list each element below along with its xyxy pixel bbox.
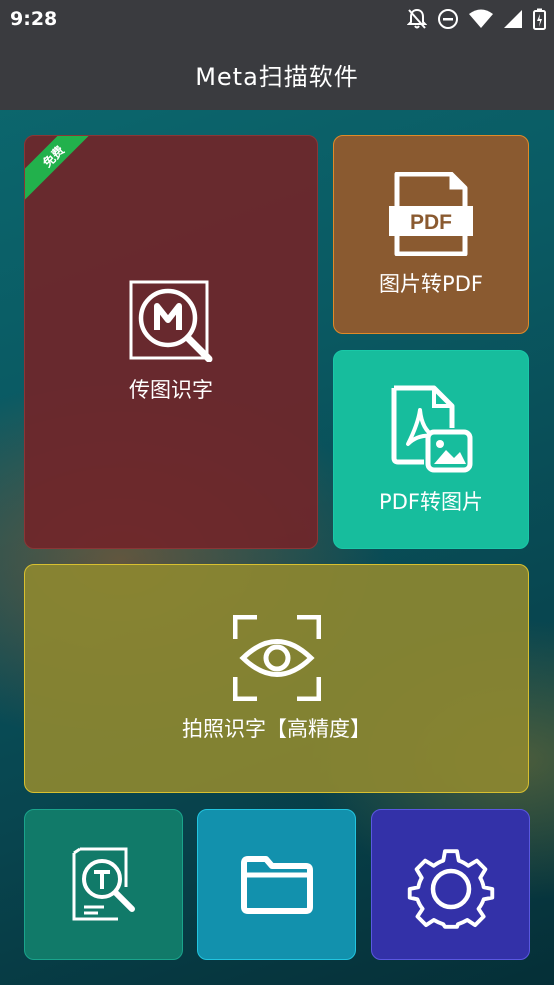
do-not-disturb-icon	[438, 9, 458, 29]
status-time: 9:28	[10, 8, 58, 30]
free-badge: 免费	[25, 136, 95, 206]
image-to-pdf-label: 图片转PDF	[379, 271, 483, 296]
photo-ocr-tile[interactable]: 拍照识字【高精度】	[24, 564, 529, 793]
status-icons	[407, 7, 546, 31]
upload-ocr-tile[interactable]: 免费 传图识字	[24, 135, 318, 549]
pdf-to-image-tile[interactable]: PDF转图片	[333, 350, 529, 549]
files-tile[interactable]	[197, 809, 356, 960]
app-bar: Meta扫描软件	[0, 38, 554, 110]
eye-scan-icon	[232, 614, 321, 701]
pdf-icon-text: PDF	[410, 211, 452, 234]
signal-icon	[504, 10, 522, 28]
free-badge-label: 免费	[25, 136, 95, 203]
wifi-icon	[469, 9, 493, 28]
folder-icon	[240, 855, 313, 914]
text-scan-icon	[72, 847, 135, 920]
pdf-to-image-icon	[391, 385, 473, 472]
app-title: Meta扫描软件	[195, 62, 359, 91]
pdf-file-icon: PDF	[389, 171, 473, 256]
status-bar: 9:28	[0, 0, 554, 38]
upload-ocr-label: 传图识字	[129, 378, 213, 402]
settings-tile[interactable]	[371, 809, 530, 960]
gear-icon	[407, 848, 494, 929]
image-to-pdf-tile[interactable]: PDF 图片转PDF	[333, 135, 529, 334]
battery-charging-icon	[533, 8, 546, 30]
ocr-m-icon	[129, 280, 213, 362]
notifications-off-icon	[407, 8, 427, 29]
photo-ocr-label: 拍照识字【高精度】	[182, 716, 371, 741]
pdf-to-image-label: PDF转图片	[379, 489, 483, 514]
text-scan-tile[interactable]	[24, 809, 183, 960]
